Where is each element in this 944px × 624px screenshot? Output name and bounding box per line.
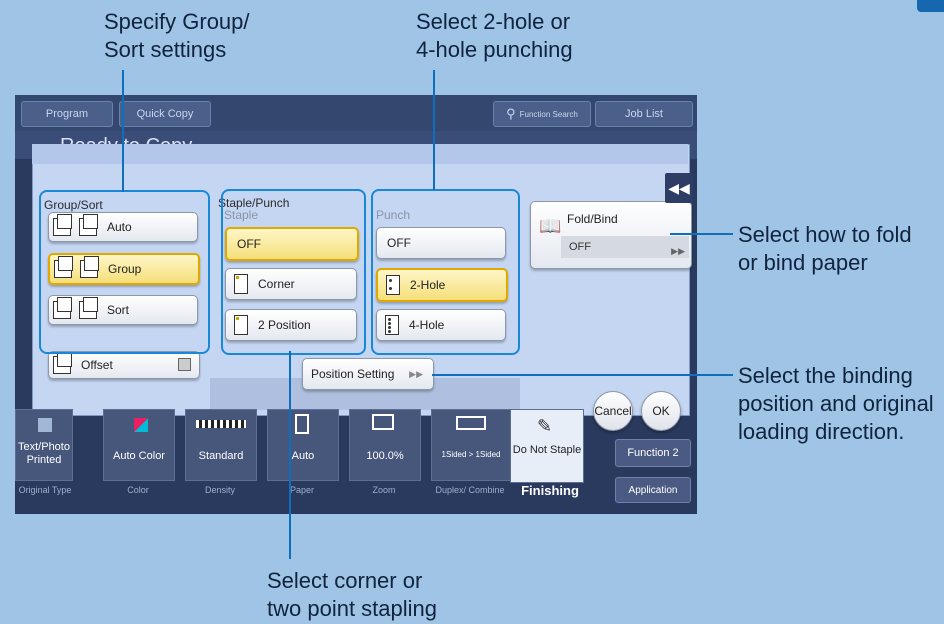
tile-sub-original-type: Original Type <box>18 485 72 495</box>
leader-fold <box>670 233 733 235</box>
function-tiles: Text/Photo Printed Auto Color Standard A… <box>15 409 697 514</box>
function-search-button[interactable]: ⚲ Function Search <box>493 101 591 127</box>
search-icon: ⚲ <box>506 106 516 121</box>
position-setting-arrow-icon: ▶▶ <box>409 368 423 379</box>
offset-button[interactable]: Offset <box>48 351 200 379</box>
leader-staple <box>289 351 291 559</box>
tile-paper[interactable]: Auto <box>267 409 339 481</box>
collapse-panel-button[interactable]: ◀◀ <box>665 173 693 203</box>
callout-fold: Select how to fold or bind paper <box>738 222 912 275</box>
tile-sub-color: Color <box>127 485 149 495</box>
finishing-icon: ✎ <box>537 416 553 436</box>
fold-bind-button[interactable]: 📖 Fold/Bind OFF ▶▶ <box>530 201 692 269</box>
tile-finishing[interactable]: ✎ Do Not Staple <box>510 409 584 483</box>
tile-zoom[interactable]: 100.0% <box>349 409 421 481</box>
top-bar: Program Quick Copy ⚲ Function Search Job… <box>15 95 697 131</box>
tile-original-type[interactable]: Text/Photo Printed <box>15 409 73 481</box>
callout-punch: Select 2-hole or 4-hole punching <box>416 9 573 62</box>
callout-group-sort: Specify Group/Sort settings <box>104 9 250 62</box>
application-button[interactable]: Application <box>615 477 691 503</box>
corner-tab <box>917 0 944 12</box>
leader-group-sort <box>122 70 124 192</box>
function-2-button[interactable]: Function 2 <box>615 439 691 467</box>
program-button[interactable]: Program <box>21 101 113 127</box>
offset-checkbox[interactable] <box>178 358 191 371</box>
staple-highlight <box>221 189 366 355</box>
duplex-icon <box>456 416 486 430</box>
callout-binding: Select the binding position and original l… <box>738 363 934 444</box>
offset-icon <box>53 352 72 374</box>
cancel-button[interactable]: Cancel <box>593 391 633 431</box>
fold-bind-value: OFF ▶▶ <box>561 236 689 258</box>
tile-sub-paper: Paper <box>289 485 315 495</box>
density-icon <box>196 420 246 428</box>
leader-binding <box>432 374 733 376</box>
quick-copy-button[interactable]: Quick Copy <box>119 101 211 127</box>
tile-color[interactable]: Auto Color <box>103 409 175 481</box>
ok-button[interactable]: OK <box>641 391 681 431</box>
tile-duplex[interactable]: 1Sided > 1Sided <box>431 409 511 481</box>
leader-punch <box>433 70 435 190</box>
zoom-icon <box>372 414 394 430</box>
position-setting-button[interactable]: Position Setting ▶▶ <box>302 358 434 390</box>
fold-expand-icon: ▶▶ <box>671 246 685 256</box>
panel-header <box>32 144 688 164</box>
tile-sub-duplex: Duplex/ Combine <box>435 485 505 495</box>
tile-sub-zoom: Zoom <box>372 485 396 495</box>
paper-icon <box>295 414 309 434</box>
punch-highlight <box>371 189 520 355</box>
callout-staple: Select corner or two point stapling <box>267 568 437 621</box>
color-icon <box>134 418 148 432</box>
group-sort-highlight <box>39 190 210 354</box>
tile-sub-finishing: Finishing <box>521 483 579 498</box>
book-icon: 📖 <box>539 216 562 236</box>
job-list-button[interactable]: Job List <box>595 101 693 127</box>
tile-density[interactable]: Standard <box>185 409 257 481</box>
original-type-icon <box>38 418 52 432</box>
copier-screen: Program Quick Copy ⚲ Function Search Job… <box>15 95 697 514</box>
tile-sub-density: Density <box>204 485 235 495</box>
